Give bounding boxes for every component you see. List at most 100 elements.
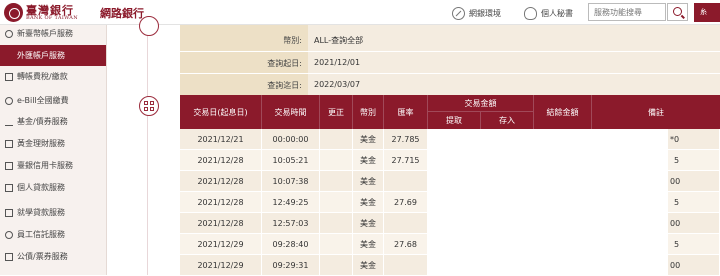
sidebar-item-twd-account[interactable]: 新臺幣帳戶服務: [0, 23, 106, 44]
sidebar-item-bond[interactable]: 公債/票券服務: [0, 246, 106, 267]
sidebar-item-student-loan[interactable]: 就學貸款服務: [0, 202, 106, 223]
sidebar-item-ebill[interactable]: e-Bill全國繳費: [0, 90, 106, 111]
sidebar-item-label: 新臺幣帳戶服務: [17, 29, 73, 38]
cell-correction: [320, 234, 353, 254]
cell-note: 00: [668, 213, 720, 233]
start-date-label: 查詢起日:: [180, 52, 308, 73]
cell-date: 2021/12/29: [180, 255, 262, 275]
site-title: 網路銀行: [100, 7, 144, 20]
cell-note: 00: [668, 171, 720, 191]
currency-value: ALL-查詢全部: [308, 25, 720, 51]
student-loan-icon: [5, 208, 13, 217]
query-criteria: 幣別: ALL-查詢全部 查詢起日: 2021/12/01 查詢迄日: 2022…: [180, 25, 720, 96]
table-header: 交易日(起息日) 交易時間 更正 幣別 匯率 交易金額 提取 存入 結餘金額 備…: [180, 95, 720, 129]
cell-currency: 美金: [353, 150, 384, 170]
cell-correction: [320, 255, 353, 275]
sidebar-item-transfer[interactable]: 轉帳費稅/繳款: [0, 66, 106, 87]
loan-icon: [5, 183, 13, 192]
col-rate: 匯率: [384, 95, 428, 129]
col-time: 交易時間: [262, 95, 320, 129]
bond-icon: [5, 252, 13, 261]
bill-icon: [5, 96, 13, 105]
cell-note: 5: [668, 192, 720, 212]
sidebar-item-label: 就學貸款服務: [17, 208, 65, 217]
cell-time: 12:57:03: [262, 213, 320, 233]
cell-correction: [320, 192, 353, 212]
sidebar-item-label: 轉帳費稅/繳款: [17, 72, 68, 81]
cell-note: 5: [668, 234, 720, 254]
sidebar-item-foreign-account[interactable]: 外匯帳戶服務: [0, 45, 106, 66]
cell-rate: 27.785: [384, 129, 428, 149]
cell-time: 12:49:25: [262, 192, 320, 212]
calendar-step-icon: [139, 16, 159, 36]
cell-correction: [320, 150, 353, 170]
cell-date: 2021/12/29: [180, 234, 262, 254]
sidebar-item-credit-card[interactable]: 臺銀信用卡服務: [0, 155, 106, 176]
end-date-label: 查詢迄日:: [180, 74, 308, 95]
col-currency: 幣別: [353, 95, 384, 129]
start-date-row: 查詢起日: 2021/12/01: [180, 52, 720, 74]
cell-time: 10:07:38: [262, 171, 320, 191]
bank-logo[interactable]: 臺灣銀行 BANK OF TAIWAN: [4, 2, 94, 23]
service-search-input[interactable]: [588, 3, 666, 21]
sidebar-item-label: 黃金理財服務: [17, 139, 65, 148]
logo-english-name: BANK OF TAIWAN: [26, 15, 78, 21]
cell-currency: 美金: [353, 234, 384, 254]
cell-rate: 27.69: [384, 192, 428, 212]
logout-label: 糸: [700, 8, 707, 16]
cell-note: *0: [668, 129, 720, 149]
search-icon: [673, 7, 682, 16]
cell-rate: [384, 171, 428, 191]
logout-button[interactable]: 糸: [694, 3, 720, 22]
cell-time: 10:05:21: [262, 150, 320, 170]
cell-rate: 27.68: [384, 234, 428, 254]
col-correction: 更正: [320, 95, 353, 129]
end-date-row: 查詢迄日: 2022/03/07: [180, 74, 720, 96]
sidebar-item-label: 臺銀信用卡服務: [17, 161, 73, 170]
sidebar-item-fund[interactable]: 基金/債券服務: [0, 111, 106, 132]
sidebar-item-label: 基金/債券服務: [17, 117, 68, 126]
col-note: 備註: [648, 107, 664, 117]
sidebar-item-label: 個人貸款服務: [17, 183, 65, 192]
search-button[interactable]: [667, 3, 688, 21]
cell-date: 2021/12/28: [180, 213, 262, 233]
cell-date: 2021/12/21: [180, 129, 262, 149]
col-date: 交易日(起息日): [180, 95, 262, 129]
network-environment-link[interactable]: 網銀環境: [452, 5, 501, 21]
cell-date: 2021/12/28: [180, 150, 262, 170]
cell-note: 5: [668, 150, 720, 170]
sidebar-item-trust[interactable]: 員工信託服務: [0, 224, 106, 245]
cell-rate: [384, 213, 428, 233]
sidebar-item-personal-loan[interactable]: 個人貸款服務: [0, 177, 106, 198]
cell-rate: [384, 255, 428, 275]
sidebar-item-label: e-Bill全國繳費: [17, 96, 69, 105]
personal-secretary-link[interactable]: 個人秘書: [524, 5, 573, 21]
cell-currency: 美金: [353, 129, 384, 149]
currency-row: 幣別: ALL-查詢全部: [180, 25, 720, 52]
cell-currency: 美金: [353, 192, 384, 212]
cell-time: 09:28:40: [262, 234, 320, 254]
cell-currency: 美金: [353, 171, 384, 191]
start-date-value: 2021/12/01: [308, 52, 720, 73]
redacted-area: [428, 129, 668, 275]
cell-rate: 27.715: [384, 150, 428, 170]
cell-currency: 美金: [353, 213, 384, 233]
cell-note: 00: [668, 255, 720, 275]
col-balance: 結餘金額: [534, 95, 592, 129]
card-icon: [5, 161, 13, 170]
person-icon: [524, 6, 537, 20]
gold-icon: [5, 139, 13, 148]
sidebar-item-gold[interactable]: 黃金理財服務: [0, 133, 106, 154]
cell-date: 2021/12/28: [180, 171, 262, 191]
coin-icon: [5, 29, 13, 38]
chart-icon: [5, 118, 13, 126]
environment-icon: [452, 6, 465, 20]
sidebar-item-label: 外匯帳戶服務: [17, 51, 65, 60]
trust-icon: [5, 230, 13, 239]
cell-correction: [320, 129, 353, 149]
bank-emblem-icon: [4, 3, 23, 22]
transfer-icon: [5, 72, 13, 81]
top-header: 臺灣銀行 BANK OF TAIWAN 網路銀行 網銀環境 個人秘書 糸: [0, 0, 720, 25]
grid-step-icon: [139, 96, 159, 116]
end-date-value: 2022/03/07: [308, 74, 720, 95]
